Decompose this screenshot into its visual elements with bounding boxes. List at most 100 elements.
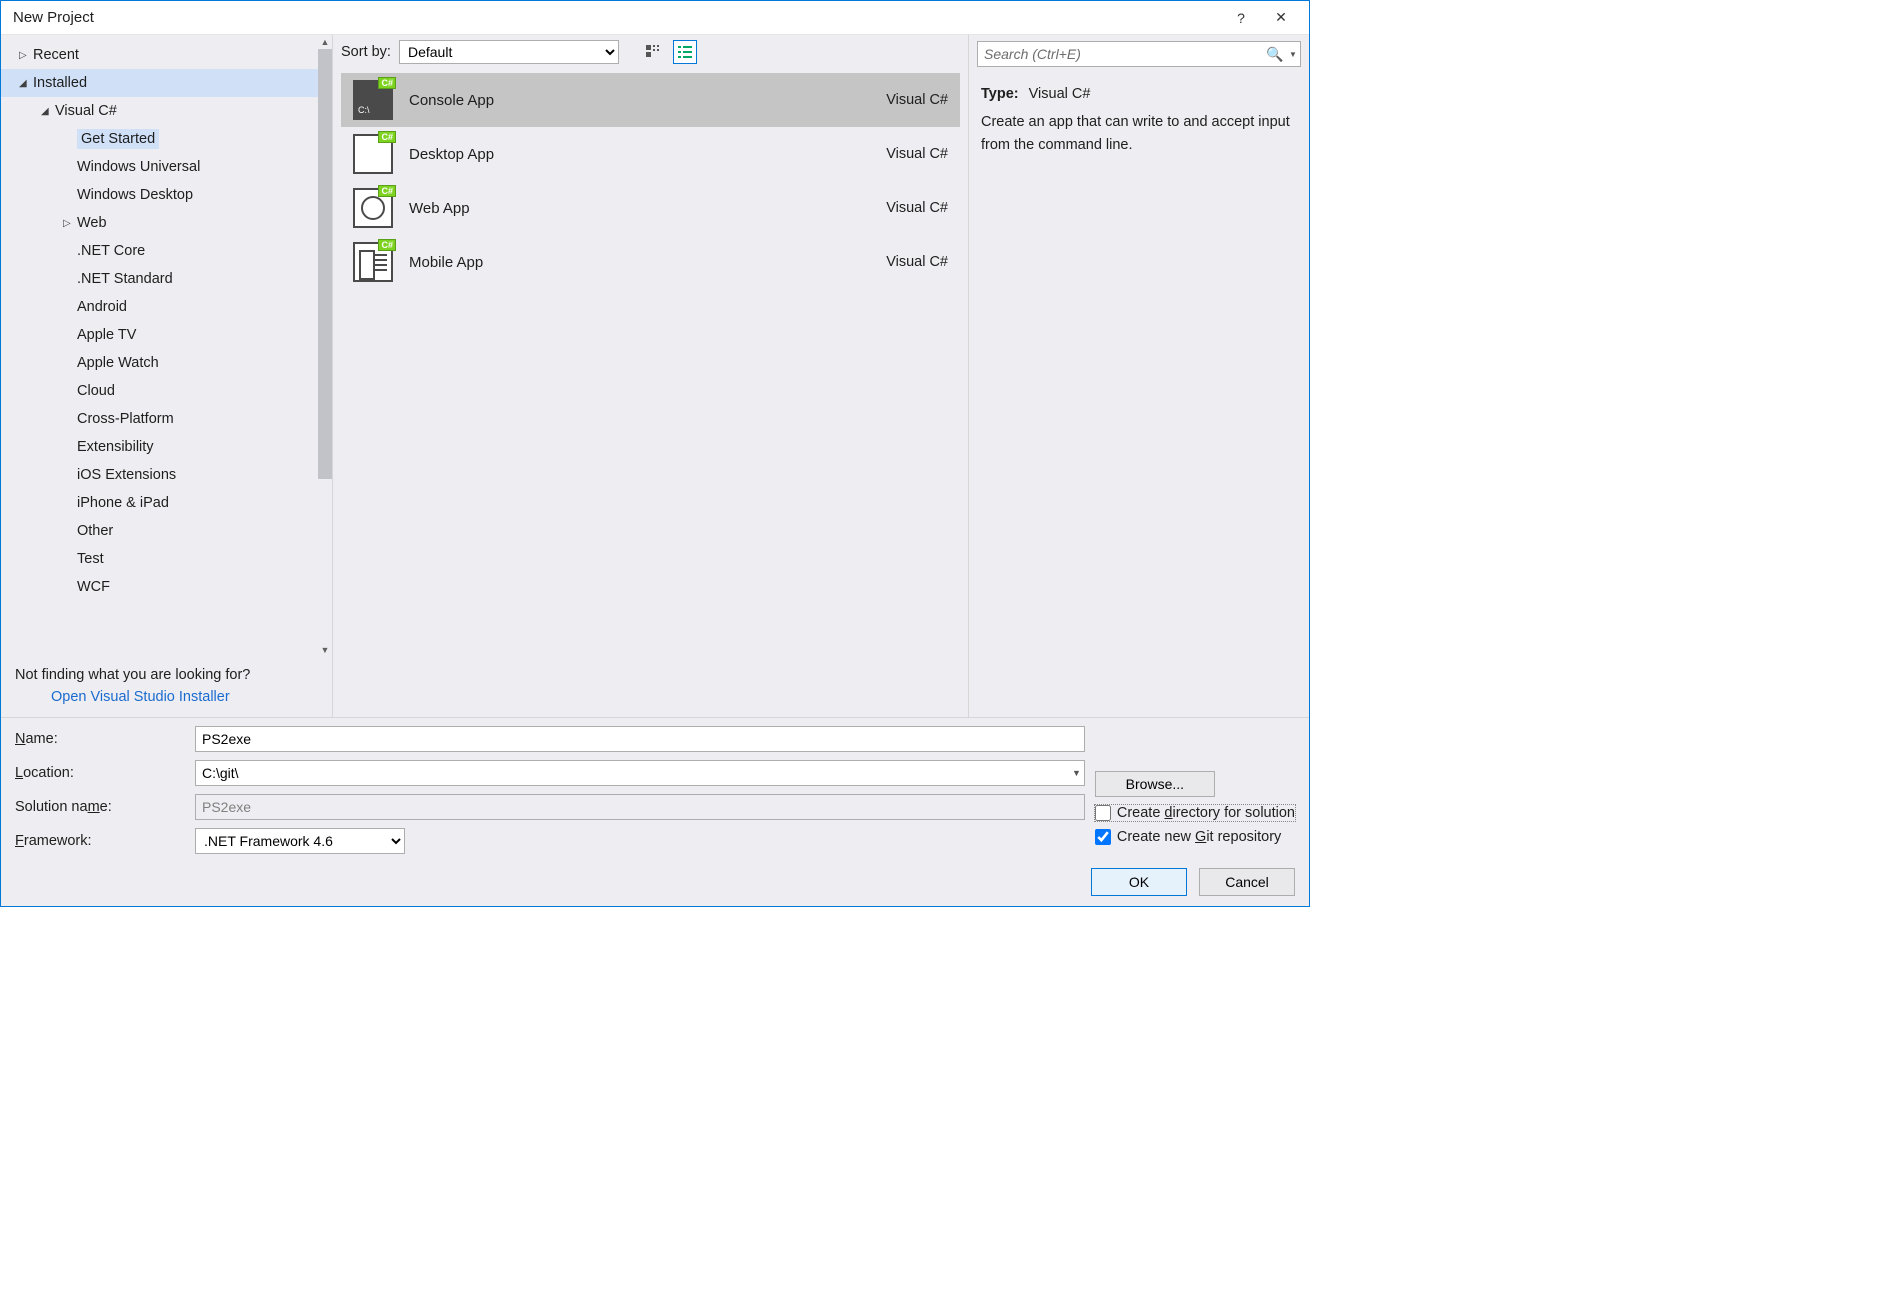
- name-input[interactable]: [195, 726, 1085, 752]
- bottom-form: Name: Location: ▼ Browse... Create direc…: [1, 717, 1309, 906]
- tree-label: Windows Universal: [77, 159, 200, 175]
- main-area: ▷ Recent ◢ Installed ◢ Visual C# Get Sta…: [1, 35, 1309, 717]
- tree-label: Other: [77, 523, 113, 539]
- tree-footer: Not finding what you are looking for? Op…: [1, 657, 332, 717]
- tree-label: Visual C#: [55, 103, 117, 119]
- tree-item[interactable]: Cross-Platform: [1, 405, 332, 433]
- list-icon: [678, 45, 692, 59]
- sort-by-select[interactable]: Default: [399, 40, 619, 64]
- template-row-mobile-app[interactable]: C# Mobile App Visual C#: [341, 235, 960, 289]
- tree-item-web[interactable]: ▷Web: [1, 209, 332, 237]
- tree-item-installed[interactable]: ◢ Installed: [1, 69, 332, 97]
- tree-footer-hint: Not finding what you are looking for?: [15, 667, 318, 683]
- tree-item[interactable]: Windows Universal: [1, 153, 332, 181]
- template-row-desktop-app[interactable]: C# Desktop App Visual C#: [341, 127, 960, 181]
- tree-item[interactable]: Apple Watch: [1, 349, 332, 377]
- dialog-buttons: OK Cancel: [15, 862, 1295, 896]
- template-lang: Visual C#: [858, 146, 948, 162]
- solution-name-label: Solution name:: [15, 799, 185, 815]
- tree-label: Apple TV: [77, 327, 136, 343]
- template-name: Web App: [409, 200, 842, 217]
- tree-item[interactable]: WCF: [1, 573, 332, 601]
- details-type-value: Visual C#: [1029, 86, 1091, 102]
- tree-label: .NET Standard: [77, 271, 173, 287]
- details-type-line: Type: Visual C#: [981, 83, 1297, 105]
- search-box[interactable]: 🔍 ▼: [977, 41, 1301, 67]
- tree-item[interactable]: Windows Desktop: [1, 181, 332, 209]
- create-git-input[interactable]: [1095, 829, 1111, 845]
- create-git-checkbox[interactable]: Create new Git repository: [1095, 829, 1295, 845]
- tree-item-visual-csharp[interactable]: ◢ Visual C#: [1, 97, 332, 125]
- tree-scrollbar[interactable]: ▲ ▼: [318, 35, 332, 657]
- tree-label: Cross-Platform: [77, 411, 174, 427]
- template-row-web-app[interactable]: C# Web App Visual C#: [341, 181, 960, 235]
- titlebar: New Project ? ✕: [1, 1, 1309, 35]
- scroll-down-icon[interactable]: ▼: [318, 643, 332, 657]
- tree-item[interactable]: Cloud: [1, 377, 332, 405]
- chevron-right-icon: ▷: [63, 218, 77, 229]
- tree-label: Android: [77, 299, 127, 315]
- scroll-up-icon[interactable]: ▲: [318, 35, 332, 49]
- browse-button[interactable]: Browse...: [1095, 771, 1215, 797]
- tree-label: Extensibility: [77, 439, 154, 455]
- details-type-label: Type:: [981, 86, 1019, 102]
- tree-item[interactable]: iOS Extensions: [1, 461, 332, 489]
- chevron-down-icon: ◢: [19, 78, 33, 89]
- tree-item[interactable]: Other: [1, 517, 332, 545]
- create-directory-checkbox[interactable]: Create directory for solution: [1095, 805, 1295, 821]
- framework-select[interactable]: .NET Framework 4.6: [195, 828, 405, 854]
- tree-item[interactable]: .NET Standard: [1, 265, 332, 293]
- templates-toolbar: Sort by: Default: [333, 35, 968, 69]
- scrollbar-thumb[interactable]: [318, 49, 332, 479]
- template-lang: Visual C#: [858, 254, 948, 270]
- solution-name-input[interactable]: [195, 794, 1085, 820]
- search-input[interactable]: [978, 46, 1264, 62]
- console-app-icon: C#: [353, 80, 393, 120]
- tree-label: Test: [77, 551, 104, 567]
- search-dropdown-icon[interactable]: ▼: [1286, 50, 1300, 59]
- tree-item-get-started[interactable]: Get Started: [1, 125, 332, 153]
- tree-label: Cloud: [77, 383, 115, 399]
- location-input[interactable]: [195, 760, 1085, 786]
- close-button[interactable]: ✕: [1261, 3, 1301, 33]
- framework-label: Framework:: [15, 833, 185, 849]
- chevron-down-icon: ◢: [41, 106, 55, 117]
- tree-label: Installed: [33, 75, 87, 91]
- tree-item[interactable]: iPhone & iPad: [1, 489, 332, 517]
- create-directory-input[interactable]: [1095, 805, 1111, 821]
- cancel-button[interactable]: Cancel: [1199, 868, 1295, 896]
- help-button[interactable]: ?: [1221, 3, 1261, 33]
- template-lang: Visual C#: [858, 92, 948, 108]
- tree-label: Get Started: [77, 129, 159, 149]
- category-tree-pane: ▷ Recent ◢ Installed ◢ Visual C# Get Sta…: [1, 35, 333, 717]
- location-combo[interactable]: ▼: [195, 760, 1085, 786]
- search-wrap: 🔍 ▼: [969, 35, 1309, 73]
- tree-item[interactable]: Apple TV: [1, 321, 332, 349]
- tree-item[interactable]: Extensibility: [1, 433, 332, 461]
- template-list: C# Console App Visual C# C# Desktop App …: [333, 69, 968, 717]
- template-name: Mobile App: [409, 254, 842, 271]
- create-directory-label: Create directory for solution: [1117, 805, 1295, 821]
- right-options: Browse... Create directory for solution …: [1095, 769, 1295, 845]
- tree-item[interactable]: .NET Core: [1, 237, 332, 265]
- tree-label: Windows Desktop: [77, 187, 193, 203]
- view-tiles-button[interactable]: [641, 40, 665, 64]
- tiles-icon: [646, 45, 660, 59]
- tree-label: .NET Core: [77, 243, 145, 259]
- view-list-button[interactable]: [673, 40, 697, 64]
- ok-button[interactable]: OK: [1091, 868, 1187, 896]
- search-icon[interactable]: 🔍: [1264, 46, 1286, 63]
- category-tree-scroll[interactable]: ▷ Recent ◢ Installed ◢ Visual C# Get Sta…: [1, 35, 332, 657]
- details-body: Type: Visual C# Create an app that can w…: [969, 73, 1309, 166]
- template-row-console-app[interactable]: C# Console App Visual C#: [341, 73, 960, 127]
- category-tree: ▷ Recent ◢ Installed ◢ Visual C# Get Sta…: [1, 35, 332, 601]
- tree-item-recent[interactable]: ▷ Recent: [1, 41, 332, 69]
- tree-item[interactable]: Android: [1, 293, 332, 321]
- web-app-icon: C#: [353, 188, 393, 228]
- mobile-app-icon: C#: [353, 242, 393, 282]
- open-installer-link[interactable]: Open Visual Studio Installer: [15, 689, 318, 705]
- desktop-app-icon: C#: [353, 134, 393, 174]
- tree-label: Apple Watch: [77, 355, 159, 371]
- tree-item[interactable]: Test: [1, 545, 332, 573]
- template-name: Console App: [409, 92, 842, 109]
